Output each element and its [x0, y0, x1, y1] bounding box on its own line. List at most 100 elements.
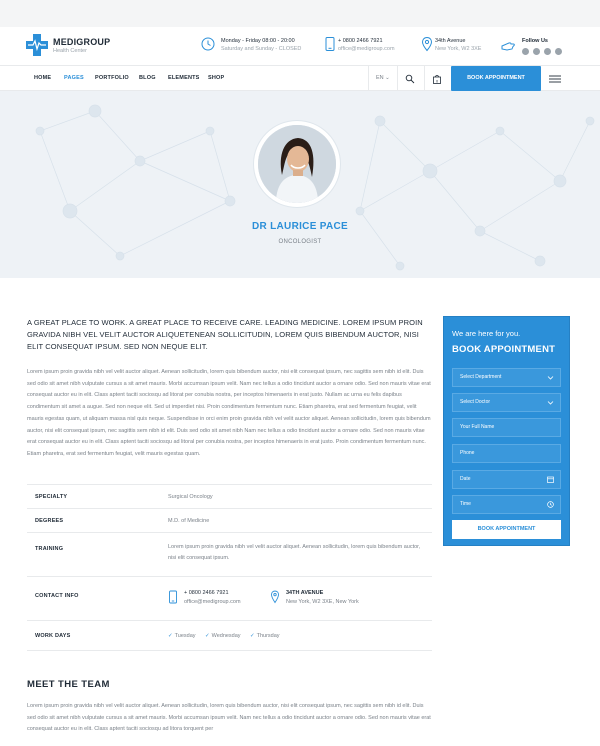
phone-input[interactable]: Phone: [452, 444, 561, 463]
detail-row-workdays: WORK DAYS ✓ Tuesday ✓ Wednesday ✓ Thursday: [27, 620, 432, 651]
phone-icon: [169, 590, 177, 604]
detail-row-contact: CONTACT INFO + 0800 2466 7921 office@med…: [27, 576, 432, 620]
detail-label: WORK DAYS: [35, 633, 71, 639]
doctor-select[interactable]: Select Doctor: [452, 393, 561, 412]
booking-intro: We are here for you.: [452, 329, 521, 338]
detail-label: SPECIALTY: [35, 494, 68, 500]
doctor-hero: DR LAURICE PACE ONCOLOGIST: [0, 91, 600, 278]
chevron-down-icon: [547, 401, 554, 405]
workday-label: Tuesday: [174, 633, 196, 639]
detail-city: New York, W2 3XE, New York: [286, 599, 359, 605]
linkedin-icon[interactable]: [555, 48, 562, 55]
detail-row-degrees: DEGREES M.D. of Medicine: [27, 508, 432, 532]
doctor-role: ONCOLOGIST: [278, 239, 322, 245]
phone-icon: [325, 37, 335, 51]
team-text: Lorem ipsum proin gravida nibh vel velit…: [27, 703, 431, 733]
search-icon[interactable]: [405, 74, 415, 84]
nav-divider: [397, 66, 398, 92]
nav-item-portfolio[interactable]: PORTFOLIO: [95, 75, 129, 81]
main-nav: HOME PAGES PORTFOLIO BLOG ELEMENTS SHOP …: [0, 65, 600, 92]
nav-divider: [424, 66, 425, 92]
workday-label: Thursday: [256, 633, 280, 639]
hours-weekdays: Monday - Friday 08:00 - 20:00: [221, 38, 295, 44]
svg-text:0: 0: [436, 79, 438, 83]
opening-hours: Monday - Friday 08:00 - 20:00 Saturday a…: [200, 36, 310, 58]
workday-label: Wednesday: [211, 633, 241, 639]
detail-value: Surgical Oncology: [168, 494, 213, 500]
language-selector[interactable]: EN ⌄: [376, 75, 390, 81]
header-street: 34th Avenue: [435, 38, 466, 44]
checkmark-icon: ✓: [250, 633, 255, 639]
follow-label: Follow Us: [522, 38, 548, 44]
detail-label: TRAINING: [35, 546, 64, 552]
detail-row-training: TRAINING Lorem ipsum proin gravida nibh …: [27, 532, 432, 576]
checkmark-icon: ✓: [168, 633, 173, 639]
language-code: EN: [376, 75, 384, 81]
time-placeholder: Time: [460, 501, 471, 507]
checkmark-icon: ✓: [205, 633, 210, 639]
workdays-list: ✓ Tuesday ✓ Wednesday ✓ Thursday: [168, 633, 368, 643]
book-appointment-button[interactable]: BOOK APPOINTMENT: [451, 66, 541, 91]
doctor-select-label: Select Doctor: [460, 399, 491, 405]
detail-value: Lorem ipsum proin gravida nibh vel velit…: [168, 544, 421, 561]
brand-tagline: Health Center: [53, 48, 87, 54]
booking-submit-button[interactable]: BOOK APPOINTMENT: [452, 520, 561, 539]
header-city: New York, W2 3XE: [435, 46, 482, 52]
booking-form: We are here for you. BOOK APPOINTMENT Se…: [443, 316, 570, 546]
full-name-placeholder: Your Full Name: [460, 424, 495, 430]
detail-label: DEGREES: [35, 518, 64, 524]
twitter-icon[interactable]: [533, 48, 540, 55]
nav-item-elements[interactable]: ELEMENTS: [168, 75, 200, 81]
booking-title: BOOK APPOINTMENT: [452, 344, 556, 355]
logo[interactable]: MEDIGROUP Health Center: [26, 34, 126, 56]
full-name-input[interactable]: Your Full Name: [452, 418, 561, 437]
follow-us: Follow Us: [500, 36, 580, 56]
shopping-bag-icon[interactable]: 0: [432, 74, 442, 84]
department-select-label: Select Department: [460, 374, 502, 380]
workday-item: ✓ Wednesday: [205, 633, 241, 639]
workday-item: ✓ Thursday: [250, 633, 280, 639]
doctor-photo: [254, 121, 340, 207]
doctor-portrait: [258, 125, 336, 203]
hamburger-menu-icon[interactable]: [549, 75, 561, 83]
doctor-details-table: SPECIALTY Surgical Oncology DEGREES M.D.…: [27, 484, 432, 651]
date-input[interactable]: Date: [452, 470, 561, 489]
detail-value: M.D. of Medicine: [168, 518, 210, 524]
department-select[interactable]: Select Department: [452, 368, 561, 387]
site-header: MEDIGROUP Health Center Monday - Friday …: [0, 27, 600, 65]
team-title: MEET THE TEAM: [27, 679, 110, 690]
header-phone[interactable]: + 0800 2466 7921: [338, 38, 383, 44]
nav-item-home[interactable]: HOME: [34, 75, 51, 81]
intro-lead: A GREAT PLACE TO WORK. A GREAT PLACE TO …: [27, 318, 423, 351]
doctor-name: DR LAURICE PACE: [252, 221, 348, 232]
location-pin-icon: [421, 36, 433, 52]
header-email[interactable]: office@medigroup.com: [338, 46, 395, 52]
facebook-icon[interactable]: [522, 48, 529, 55]
time-input[interactable]: Time: [452, 495, 561, 514]
workday-item: ✓ Tuesday: [168, 633, 196, 639]
calendar-icon: [547, 476, 554, 483]
location-pin-icon: [271, 590, 279, 604]
hours-weekend: Saturday and Sunday - CLOSED: [221, 46, 302, 52]
detail-street: 34TH AVENUE: [286, 590, 324, 596]
intro-body: Lorem ipsum proin gravida nibh vel velit…: [27, 369, 431, 457]
detail-phone[interactable]: + 0800 2466 7921: [184, 590, 229, 596]
clock-icon: [201, 37, 215, 51]
date-placeholder: Date: [460, 476, 471, 482]
vimeo-icon[interactable]: [544, 48, 551, 55]
chevron-down-icon: [547, 376, 554, 380]
top-strip: [0, 0, 600, 27]
detail-label: CONTACT INFO: [35, 593, 79, 599]
nav-item-shop[interactable]: SHOP: [208, 75, 224, 81]
detail-email[interactable]: office@medigroup.com: [184, 599, 241, 605]
header-contact: + 0800 2466 7921 office@medigroup.com: [322, 36, 412, 58]
nav-divider: [368, 66, 369, 92]
header-address: 34th Avenue New York, W2 3XE: [419, 36, 494, 58]
phone-placeholder: Phone: [460, 450, 475, 456]
medical-cross-icon: [26, 34, 48, 56]
clock-icon: [547, 501, 554, 508]
nav-item-pages[interactable]: PAGES: [64, 75, 84, 81]
hand-pointer-icon: [501, 42, 515, 51]
detail-row-specialty: SPECIALTY Surgical Oncology: [27, 484, 432, 508]
nav-item-blog[interactable]: BLOG: [139, 75, 156, 81]
